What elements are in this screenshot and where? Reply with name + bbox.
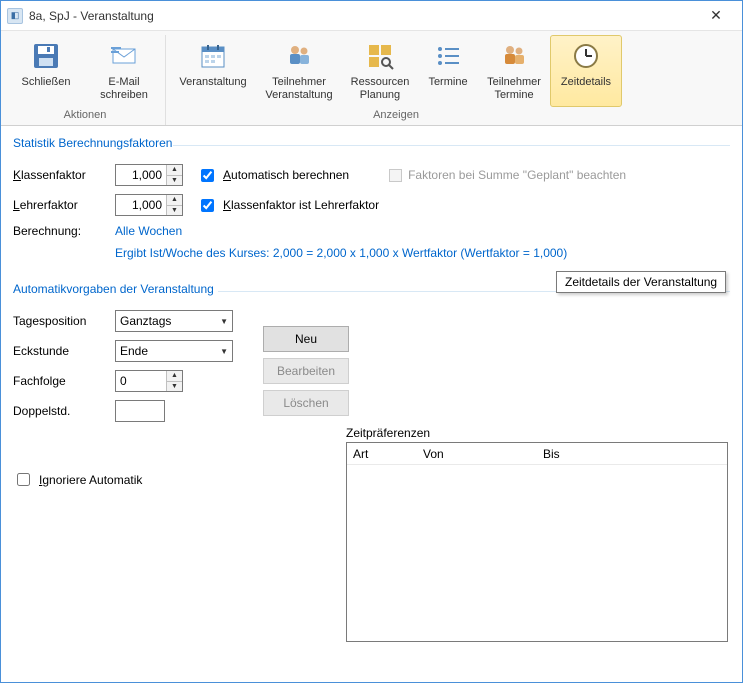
auto-calc-checkbox[interactable]: Automatisch berechnen bbox=[197, 166, 349, 185]
ignore-automatik-label: Ignoriere Automatik bbox=[39, 473, 142, 487]
ribbon-group-anzeigen-label: Anzeigen bbox=[170, 109, 622, 123]
resources-icon bbox=[364, 40, 396, 72]
ignore-automatik-checkbox[interactable]: Ignoriere Automatik bbox=[13, 470, 243, 489]
ignore-automatik-check[interactable] bbox=[17, 473, 30, 486]
zeitdetails-button-label: Zeitdetails bbox=[561, 76, 611, 102]
clock-icon bbox=[570, 40, 602, 72]
termine-button-label: Termine bbox=[428, 76, 467, 102]
klassenfaktor-label: Klassenfaktor bbox=[13, 168, 115, 182]
window-title: 8a, SpJ - Veranstaltung bbox=[29, 9, 154, 23]
doppelstd-field[interactable] bbox=[115, 400, 165, 422]
doppelstd-label: Doppelstd. bbox=[13, 404, 115, 418]
teilnehmer-veranstaltung-button-label: Teilnehmer Veranstaltung bbox=[265, 76, 332, 102]
chevron-down-icon: ▼ bbox=[220, 347, 228, 356]
close-window-button[interactable]: ✕ bbox=[696, 6, 736, 26]
email-button[interactable]: E-Mail schreiben bbox=[85, 35, 163, 107]
k-is-l-checkbox[interactable]: Klassenfaktor ist Lehrerfaktor bbox=[197, 196, 379, 215]
close-button-label: Schließen bbox=[22, 76, 71, 102]
list-icon bbox=[432, 40, 464, 72]
fachfolge-input[interactable]: ▲▼ bbox=[115, 370, 183, 392]
col-art[interactable]: Art bbox=[353, 447, 423, 461]
factors-geplant-checkbox: Faktoren bei Summe "Geplant" beachten bbox=[389, 168, 626, 182]
spin-up-icon[interactable]: ▲ bbox=[167, 165, 182, 176]
berechnung-formula: Ergibt Ist/Woche des Kurses: 2,000 = 2,0… bbox=[115, 246, 567, 260]
eckstunde-value: Ende bbox=[120, 344, 148, 358]
ribbon-group-aktionen-label: Aktionen bbox=[7, 109, 163, 123]
veranstaltung-button-label: Veranstaltung bbox=[179, 76, 246, 102]
tagesposition-combo[interactable]: Ganztags ▼ bbox=[115, 310, 233, 332]
app-icon: ◧ bbox=[7, 8, 23, 24]
veranstaltung-button[interactable]: Veranstaltung bbox=[170, 35, 256, 107]
tagesposition-value: Ganztags bbox=[120, 314, 171, 328]
delete-button: Löschen bbox=[263, 390, 349, 416]
col-bis[interactable]: Bis bbox=[543, 447, 560, 461]
k-is-l-label: Klassenfaktor ist Lehrerfaktor bbox=[223, 198, 379, 212]
new-button[interactable]: Neu bbox=[263, 326, 349, 352]
klassenfaktor-input[interactable]: ▲▼ bbox=[115, 164, 183, 186]
people-icon bbox=[283, 40, 315, 72]
zeitpref-title: Zeitpräferenzen bbox=[346, 426, 430, 440]
spin-down-icon[interactable]: ▼ bbox=[167, 176, 182, 186]
factors-geplant-label: Faktoren bei Summe "Geplant" beachten bbox=[408, 168, 626, 182]
fachfolge-field[interactable] bbox=[116, 371, 166, 391]
auto-calc-check[interactable] bbox=[201, 169, 214, 182]
teilnehmer-termine-button-label: Teilnehmer Termine bbox=[487, 76, 541, 102]
close-button[interactable]: Schließen bbox=[7, 35, 85, 107]
teilnehmer-termine-button[interactable]: Teilnehmer Termine bbox=[478, 35, 550, 107]
zeitpref-list[interactable]: Art Von Bis bbox=[346, 442, 728, 642]
auto-calc-label: Automatisch berechnen bbox=[223, 168, 349, 182]
chevron-down-icon: ▼ bbox=[220, 317, 228, 326]
email-button-label: E-Mail schreiben bbox=[100, 76, 148, 102]
floppy-disk-icon bbox=[30, 40, 62, 72]
email-icon bbox=[108, 40, 140, 72]
edit-button: Bearbeiten bbox=[263, 358, 349, 384]
k-is-l-check[interactable] bbox=[201, 199, 214, 212]
berechnung-value[interactable]: Alle Wochen bbox=[115, 224, 182, 238]
eckstunde-combo[interactable]: Ende ▼ bbox=[115, 340, 233, 362]
stats-section-title: Statistik Berechnungsfaktoren bbox=[13, 136, 730, 150]
lehrerfaktor-input[interactable]: ▲▼ bbox=[115, 194, 183, 216]
lehrerfaktor-label: Lehrerfaktor bbox=[13, 198, 115, 212]
termine-button[interactable]: Termine bbox=[418, 35, 478, 107]
ressourcen-planung-button[interactable]: Ressourcen Planung bbox=[342, 35, 418, 107]
spin-down-icon[interactable]: ▼ bbox=[167, 382, 182, 392]
people-termine-icon bbox=[498, 40, 530, 72]
lehrerfaktor-field[interactable] bbox=[116, 195, 166, 215]
tagesposition-label: Tagesposition bbox=[13, 314, 115, 328]
spin-up-icon[interactable]: ▲ bbox=[167, 195, 182, 206]
col-von[interactable]: Von bbox=[423, 447, 543, 461]
spin-down-icon[interactable]: ▼ bbox=[167, 206, 182, 216]
berechnung-label: Berechnung: bbox=[13, 224, 115, 238]
klassenfaktor-field[interactable] bbox=[116, 165, 166, 185]
fachfolge-label: Fachfolge bbox=[13, 374, 115, 388]
delete-button-label: Löschen bbox=[283, 396, 328, 410]
teilnehmer-veranstaltung-button[interactable]: Teilnehmer Veranstaltung bbox=[256, 35, 342, 107]
eckstunde-label: Eckstunde bbox=[13, 344, 115, 358]
edit-button-label: Bearbeiten bbox=[277, 364, 335, 378]
ressourcen-planung-button-label: Ressourcen Planung bbox=[351, 76, 410, 102]
calendar-icon bbox=[197, 40, 229, 72]
zeitdetails-tooltip: Zeitdetails der Veranstaltung bbox=[556, 271, 726, 293]
disabled-checkbox-icon bbox=[389, 169, 402, 182]
new-button-label: Neu bbox=[295, 332, 317, 346]
zeitdetails-button[interactable]: Zeitdetails bbox=[550, 35, 622, 107]
spin-up-icon[interactable]: ▲ bbox=[167, 371, 182, 382]
